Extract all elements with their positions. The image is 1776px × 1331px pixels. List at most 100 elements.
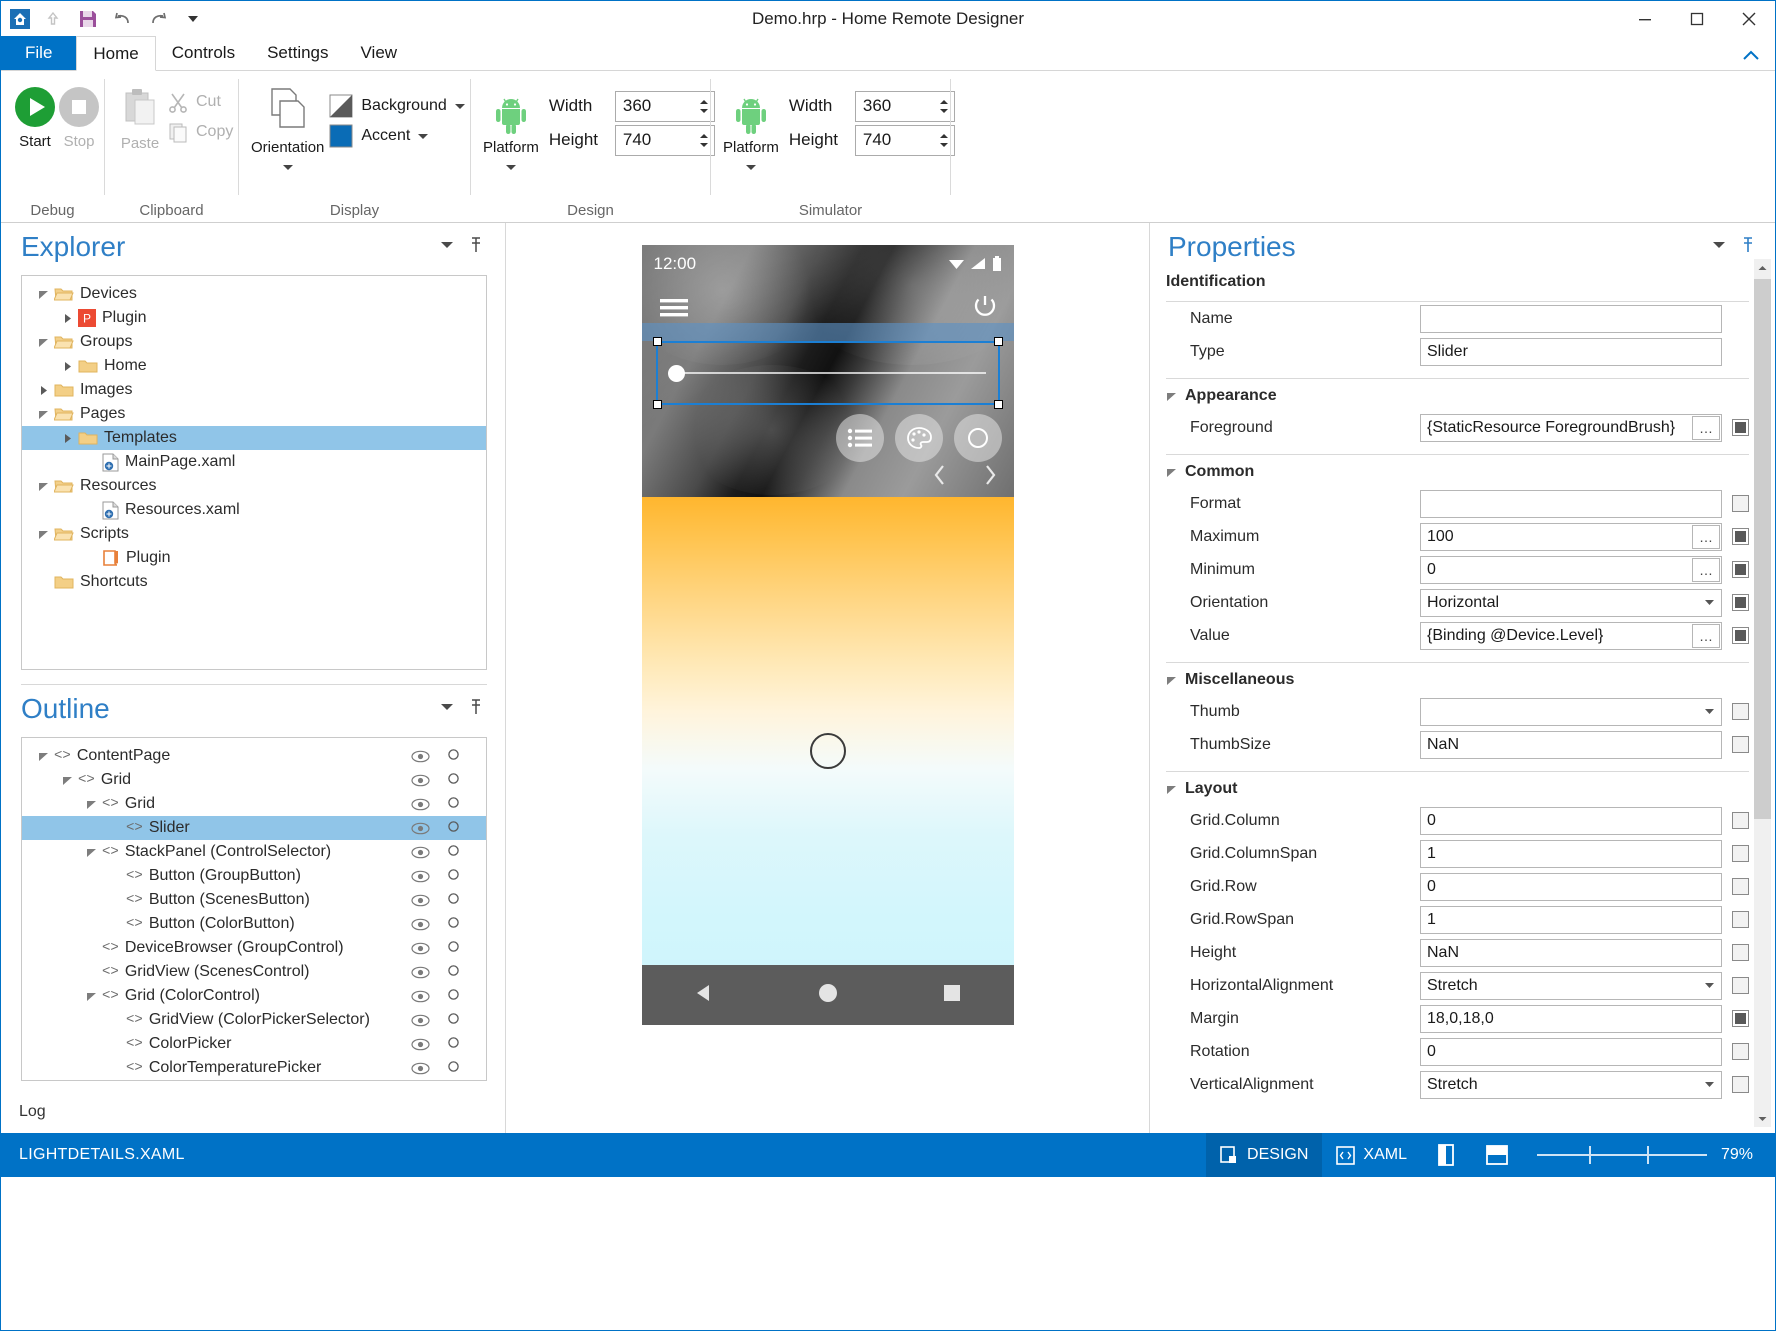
resize-handle-bottom-left[interactable] (653, 400, 662, 409)
expander-down-icon[interactable] (32, 529, 54, 540)
tab-controls[interactable]: Controls (156, 36, 251, 70)
property-select[interactable] (1420, 698, 1722, 726)
properties-list[interactable]: IdentificationNameTypeSliderAppearanceFo… (1150, 265, 1775, 1133)
explorer-item-plugin[interactable]: PPlugin (22, 306, 486, 330)
outline-item[interactable]: <>DeviceBrowser (GroupControl) (22, 936, 486, 960)
visibility-eye-icon[interactable] (411, 942, 430, 955)
explorer-item-mainpage-xaml[interactable]: MainPage.xaml (22, 450, 486, 474)
visibility-eye-icon[interactable] (411, 966, 430, 979)
copy-button[interactable]: Copy (163, 117, 237, 147)
background-button[interactable]: Background (324, 91, 469, 121)
minimize-icon[interactable] (1619, 1, 1671, 37)
explorer-item-resources-xaml[interactable]: Resources.xaml (22, 498, 486, 522)
properties-section-appearance[interactable]: Appearance (1150, 379, 1749, 411)
properties-section-layout[interactable]: Layout (1150, 772, 1749, 804)
property-binding-marker[interactable] (1732, 977, 1749, 994)
scroll-up-arrow[interactable] (1754, 259, 1771, 276)
property-binding-marker[interactable] (1732, 419, 1749, 436)
phone-preview[interactable]: 12:00 (642, 245, 1014, 1025)
lock-circle-icon[interactable] (447, 1012, 460, 1028)
design-platform-button[interactable]: Platform (483, 83, 539, 172)
lock-circle-icon[interactable] (447, 772, 460, 788)
start-button[interactable]: Start (13, 77, 57, 150)
lock-circle-icon[interactable] (447, 820, 460, 836)
tab-view[interactable]: View (345, 36, 414, 70)
properties-pin-icon[interactable] (1741, 237, 1755, 258)
visibility-eye-icon[interactable] (411, 798, 430, 811)
expander-down-icon[interactable] (32, 337, 54, 348)
property-input[interactable]: 0 (1420, 1038, 1722, 1066)
chevron-down-icon[interactable] (1704, 699, 1715, 725)
explorer-pin-icon[interactable] (469, 237, 483, 258)
close-icon[interactable] (1723, 1, 1775, 37)
visibility-eye-icon[interactable] (411, 918, 430, 931)
undo-icon[interactable] (110, 6, 136, 32)
power-icon[interactable] (972, 293, 998, 324)
lock-circle-icon[interactable] (447, 1036, 460, 1052)
chevron-right-icon[interactable] (982, 463, 998, 492)
outline-item[interactable]: <>ColorTemperaturePicker (22, 1056, 486, 1080)
outline-item[interactable]: <>Button (ScenesButton) (22, 888, 486, 912)
visibility-eye-icon[interactable] (411, 750, 430, 763)
resize-handle-bottom-right[interactable] (994, 400, 1003, 409)
section-expander-icon[interactable] (1166, 784, 1177, 795)
expander-down-icon[interactable] (32, 409, 54, 420)
property-input[interactable]: 0 (1420, 807, 1722, 835)
property-binding-marker[interactable] (1732, 594, 1749, 611)
recents-square-icon[interactable] (942, 983, 962, 1008)
split-horizontal-button[interactable] (1471, 1133, 1523, 1177)
stop-button[interactable]: Stop (57, 77, 101, 150)
design-width-input[interactable]: 360 (615, 91, 715, 122)
explorer-item-scripts[interactable]: Scripts (22, 522, 486, 546)
lock-circle-icon[interactable] (447, 964, 460, 980)
explorer-item-home[interactable]: Home (22, 354, 486, 378)
outline-item[interactable]: <>GridView (ColorPickerSelector) (22, 1008, 486, 1032)
color-gradient-area[interactable] (642, 497, 1014, 965)
accent-button[interactable]: Accent (324, 121, 469, 151)
outline-item[interactable]: <>Button (GroupButton) (22, 864, 486, 888)
visibility-eye-icon[interactable] (411, 1062, 430, 1075)
property-input[interactable]: 0 (1420, 873, 1722, 901)
visibility-eye-icon[interactable] (411, 990, 430, 1003)
property-binding-marker[interactable] (1732, 944, 1749, 961)
expander-right-icon[interactable] (56, 433, 78, 444)
color-selector-circle[interactable] (810, 733, 846, 769)
property-ellipsis-button[interactable]: … (1692, 558, 1720, 582)
list-icon[interactable] (836, 414, 884, 462)
expander-right-icon[interactable] (32, 385, 54, 396)
cut-button[interactable]: Cut (163, 87, 237, 117)
simulator-height-input[interactable]: 740 (855, 125, 955, 156)
paste-button[interactable]: Paste (117, 77, 163, 152)
explorer-menu-icon[interactable] (439, 238, 455, 256)
outline-item[interactable]: <>Grid (ColorControl) (22, 984, 486, 1008)
lock-circle-icon[interactable] (447, 796, 460, 812)
property-ellipsis-button[interactable]: … (1692, 525, 1720, 549)
log-bar[interactable]: Log (1, 1091, 505, 1133)
expander-down-icon[interactable] (80, 799, 102, 810)
design-height-input[interactable]: 740 (615, 125, 715, 156)
zoom-slider[interactable] (1537, 1133, 1707, 1177)
tab-settings[interactable]: Settings (251, 36, 344, 70)
designer-canvas[interactable]: 12:00 (506, 223, 1150, 1133)
home-circle-icon[interactable] (817, 982, 839, 1009)
property-input[interactable]: 0… (1420, 556, 1722, 584)
redo-icon[interactable] (145, 6, 171, 32)
properties-section-common[interactable]: Common (1150, 455, 1749, 487)
properties-menu-icon[interactable] (1711, 238, 1727, 256)
lock-circle-icon[interactable] (447, 1060, 460, 1076)
visibility-eye-icon[interactable] (411, 870, 430, 883)
outline-pin-icon[interactable] (469, 699, 483, 720)
xaml-view-tab[interactable]: XAML (1322, 1133, 1421, 1177)
explorer-tree[interactable]: DevicesPPluginGroupsHomeImagesPagesTempl… (21, 275, 487, 670)
property-input[interactable]: {Binding @Device.Level}… (1420, 622, 1722, 650)
slider-selection-box[interactable] (656, 341, 1000, 405)
orientation-button[interactable]: Orientation (251, 77, 324, 172)
visibility-eye-icon[interactable] (411, 822, 430, 835)
property-input[interactable]: 1 (1420, 906, 1722, 934)
property-ellipsis-button[interactable]: … (1692, 416, 1720, 440)
customize-qat-icon[interactable] (180, 6, 206, 32)
explorer-item-shortcuts[interactable]: Shortcuts (22, 570, 486, 594)
property-binding-marker[interactable] (1732, 845, 1749, 862)
outline-item[interactable]: <>Button (ColorButton) (22, 912, 486, 936)
chevron-down-icon[interactable] (1704, 973, 1715, 999)
